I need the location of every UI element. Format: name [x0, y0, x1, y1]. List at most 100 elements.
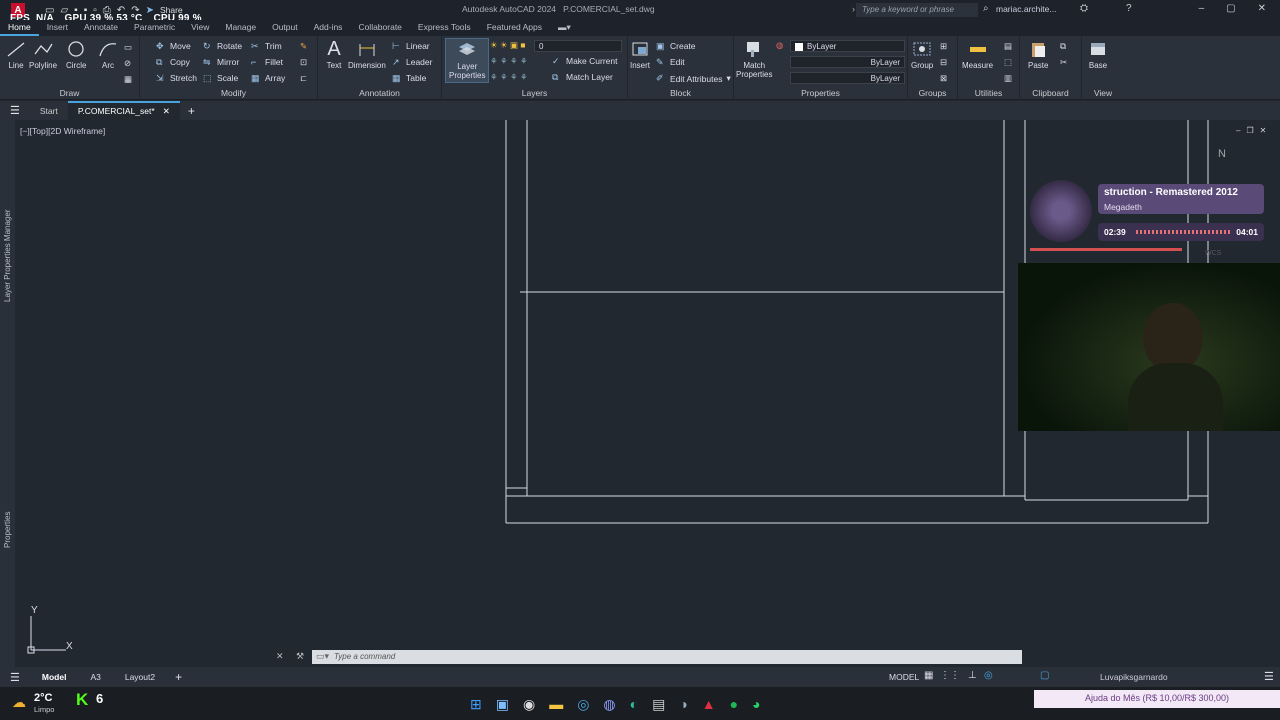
match-layer-button[interactable]: ⧉ Match Layer	[552, 72, 613, 82]
layer-properties-manager-tab[interactable]: Layer Properties Manager	[3, 210, 12, 303]
mirror-button[interactable]: ⇋ Mirror	[203, 57, 239, 67]
table-button[interactable]: ▦ Table	[392, 73, 426, 83]
group-tool[interactable]: Group	[911, 40, 933, 70]
stretch-button[interactable]: ⇲ Stretch	[156, 73, 197, 83]
block-panel-title[interactable]: Block	[628, 88, 733, 98]
measure-tool[interactable]: Measure	[962, 40, 993, 70]
tab-add-ins[interactable]: Add-ins	[306, 20, 351, 36]
annotation-panel-title[interactable]: Annotation	[318, 88, 441, 98]
maximize-icon[interactable]: ▢	[1226, 3, 1235, 14]
polyline-tool[interactable]: Polyline	[29, 40, 57, 70]
ortho-icon[interactable]: ⊥	[968, 670, 977, 681]
browser-icon[interactable]: ◎	[577, 696, 589, 713]
widgets-icon[interactable]: ▣	[496, 696, 509, 713]
tab-layout2[interactable]: Layout2	[113, 672, 167, 682]
base-tool[interactable]: Base	[1088, 40, 1108, 70]
autocad-taskbar-icon[interactable]: ▲	[702, 696, 716, 713]
viewport-restore-icon[interactable]: ❐	[1246, 126, 1253, 135]
quick-select-icon[interactable]: ▥	[1004, 73, 1012, 84]
group-select-icon[interactable]: ⊠	[940, 73, 947, 84]
cart-icon[interactable]: ⛭	[1080, 3, 1088, 14]
rotate-button[interactable]: ↻ Rotate	[203, 41, 242, 51]
tab-a3[interactable]: A3	[78, 672, 112, 682]
weather-temp[interactable]: 2°C	[34, 692, 52, 704]
tab-annotate[interactable]: Annotate	[76, 20, 126, 36]
offset-icon[interactable]: ⊏	[300, 73, 307, 84]
snap-icon[interactable]: ⋮⋮	[940, 670, 960, 681]
cut-icon[interactable]: ✂	[1060, 57, 1067, 68]
customize-icon[interactable]: ☰	[1264, 670, 1274, 683]
osnap-icon[interactable]: ▢	[1040, 670, 1049, 681]
tab-express-tools[interactable]: Express Tools	[410, 20, 479, 36]
layers-panel-title[interactable]: Layers	[442, 88, 627, 98]
leader-button[interactable]: ↗ Leader	[392, 57, 432, 67]
array-button[interactable]: ▦ Array	[251, 73, 285, 83]
viewport-close-icon[interactable]: ✕	[1260, 126, 1267, 135]
fillet-button[interactable]: ⌐ Fillet	[251, 57, 283, 67]
insert-tool[interactable]: Insert	[630, 40, 650, 70]
properties-panel-title[interactable]: Properties	[734, 88, 907, 98]
whatsapp-icon[interactable]: ◕	[752, 696, 760, 713]
windows-start-icon[interactable]: ⊞	[470, 696, 482, 713]
viewport-label[interactable]: [−][Top][2D Wireframe]	[20, 126, 105, 136]
file-explorer-icon[interactable]: ▬	[549, 696, 563, 713]
tab-output[interactable]: Output	[264, 20, 306, 36]
layer-dropdown[interactable]: 0	[534, 40, 622, 52]
new-tab-icon[interactable]: +	[180, 104, 203, 118]
linetype-dropdown[interactable]: ByLayer	[790, 56, 905, 68]
utilities-panel-title[interactable]: Utilities	[958, 88, 1019, 98]
command-close-icon[interactable]: ✕	[276, 651, 284, 662]
tab-collaborate[interactable]: Collaborate	[350, 20, 409, 36]
tab-manage[interactable]: Manage	[217, 20, 264, 36]
tab-insert[interactable]: Insert	[39, 20, 76, 36]
add-layout-icon[interactable]: +	[167, 670, 190, 684]
wcs-label[interactable]: WCS	[1205, 250, 1221, 257]
user-account[interactable]: mariac.archite...	[996, 4, 1056, 14]
erase-icon[interactable]: ✎	[300, 41, 307, 52]
tab-home[interactable]: Home	[0, 20, 39, 36]
command-input[interactable]: Type a command	[312, 650, 1022, 664]
layer-state-icons[interactable]: ☀ ☀ ▣ ■	[490, 40, 526, 51]
minimize-icon[interactable]: –	[1199, 3, 1205, 14]
color-dropdown[interactable]: ByLayer	[790, 40, 905, 52]
line-tool[interactable]: Line	[6, 40, 26, 70]
edit-attributes-button[interactable]: ✐ Edit Attributes ▾	[656, 73, 731, 84]
dimension-tool[interactable]: Dimension	[348, 40, 386, 70]
polar-icon[interactable]: ◎	[984, 670, 993, 681]
scale-button[interactable]: ⬚ Scale	[203, 73, 238, 83]
explode-icon[interactable]: ⊡	[300, 57, 307, 68]
copy-clip-icon[interactable]: ⧉	[1060, 41, 1066, 52]
tab-view[interactable]: View	[183, 20, 217, 36]
group-edit-icon[interactable]: ⊟	[940, 57, 947, 68]
trim-button[interactable]: ✂ Trim	[251, 41, 282, 51]
copy-button[interactable]: ⧉ Copy	[156, 57, 190, 67]
grid-icon[interactable]: ▦	[924, 670, 933, 681]
weather-icon[interactable]: ☁	[12, 694, 26, 711]
tab-parametric[interactable]: Parametric	[126, 20, 183, 36]
select-all-icon[interactable]: ⬚	[1004, 57, 1012, 68]
match-properties-tool[interactable]: Match Properties	[736, 40, 772, 79]
chevron-right-icon[interactable]: ›	[852, 4, 855, 14]
viewcube-compass[interactable]: N	[1218, 148, 1226, 160]
search-icon[interactable]: ⌕	[983, 3, 989, 14]
weather-desc[interactable]: Limpo	[34, 705, 54, 714]
model-space-button[interactable]: MODEL	[889, 672, 919, 682]
move-button[interactable]: ✥ Move	[156, 41, 191, 51]
edit-block-button[interactable]: ✎ Edit	[656, 57, 685, 67]
hatch-icon[interactable]: ⊘	[124, 58, 131, 69]
draw-panel-title[interactable]: Draw	[0, 88, 139, 98]
layout-menu-icon[interactable]: ☰	[0, 671, 30, 684]
circle-tool[interactable]: Circle	[66, 40, 86, 70]
tab-model[interactable]: Model	[30, 672, 79, 682]
lineweight-dropdown[interactable]: ByLayer	[790, 72, 905, 84]
discord-icon[interactable]: ◍	[603, 696, 615, 713]
rectangle-icon[interactable]: ▭	[124, 42, 132, 53]
app-menu-icon[interactable]: ☰	[0, 104, 30, 117]
chrome-icon[interactable]: ◉	[523, 696, 535, 713]
tab-featured-apps[interactable]: Featured Apps	[479, 20, 550, 36]
layer-properties-button[interactable]: Layer Properties	[445, 38, 490, 83]
ribbon-toggle-icon[interactable]: ▬▾	[550, 20, 579, 36]
edge-icon[interactable]: ◐	[630, 696, 638, 713]
paste-tool[interactable]: Paste	[1028, 40, 1048, 70]
layer-tools-row-1[interactable]: ⚘ ⚘ ⚘ ⚘	[490, 56, 528, 67]
